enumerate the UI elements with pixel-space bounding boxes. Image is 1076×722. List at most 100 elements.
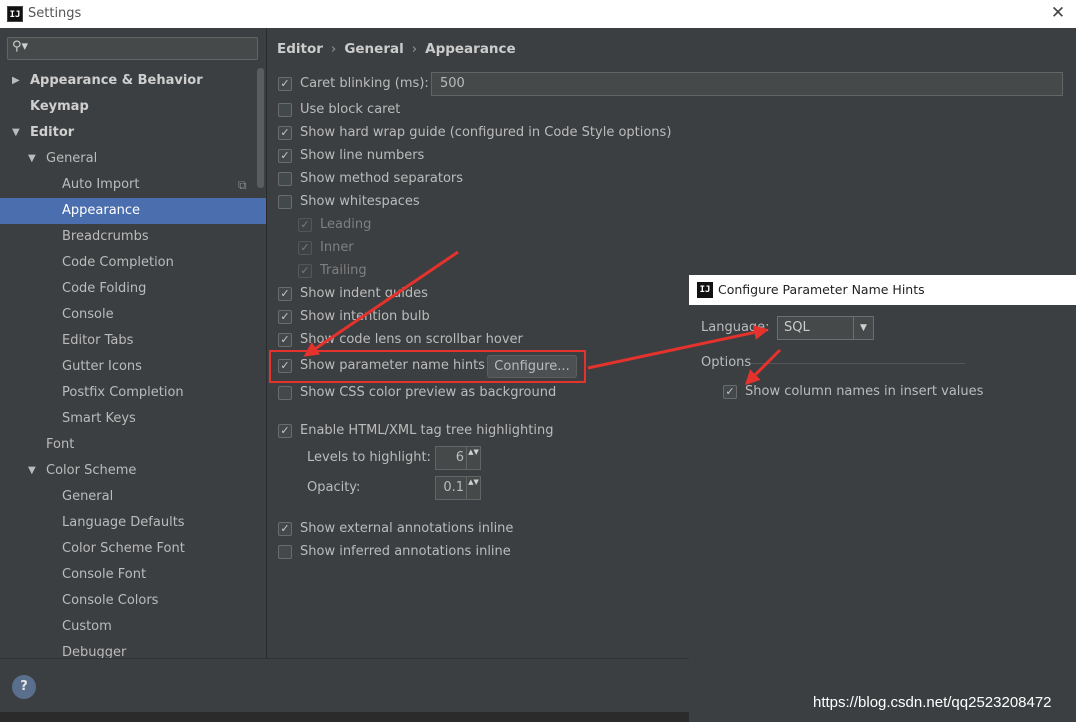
option-label: Show CSS color preview as background xyxy=(300,385,557,400)
option-label: Show inferred annotations inline xyxy=(300,544,511,559)
tree-item-label: Smart Keys xyxy=(62,411,136,426)
checkbox-checked-icon[interactable]: ✓ xyxy=(278,522,292,536)
checkbox-unchecked-icon[interactable] xyxy=(278,386,292,400)
copy-settings-icon: ⧉ xyxy=(238,178,247,192)
tree-item-color-general[interactable]: General xyxy=(0,484,266,510)
tree-item-custom[interactable]: Custom xyxy=(0,614,266,640)
breadcrumb: Editor › General › Appearance xyxy=(277,41,516,57)
tree-item-label: Custom xyxy=(62,619,112,634)
tree-item-label: Keymap xyxy=(30,99,89,114)
tree-item-label: General xyxy=(62,489,114,504)
option-label: Show line numbers xyxy=(300,148,425,163)
spinner-arrows-icon[interactable]: ▲▼ xyxy=(466,447,480,469)
spinner-value: 0.1 xyxy=(443,480,464,495)
tree-item-code-completion[interactable]: Code Completion xyxy=(0,250,266,276)
tree-item-label: Appearance xyxy=(62,203,141,218)
close-icon[interactable]: ✕ xyxy=(1048,3,1068,23)
option-label: Caret blinking (ms): xyxy=(300,76,429,91)
tree-item-console-font[interactable]: Console Font xyxy=(0,562,266,588)
tree-item-console-colors[interactable]: Console Colors xyxy=(0,588,266,614)
checkbox-unchecked-icon[interactable] xyxy=(278,195,292,209)
option-label: Leading xyxy=(320,217,372,232)
checkbox-checked-icon[interactable]: ✓ xyxy=(278,287,292,301)
tree-item-keymap[interactable]: Keymap xyxy=(0,94,266,120)
help-icon[interactable]: ? xyxy=(12,675,36,699)
checkbox-unchecked-icon[interactable] xyxy=(278,103,292,117)
language-dropdown[interactable]: SQL ▼ xyxy=(777,316,874,340)
spinner-arrows-icon[interactable]: ▲▼ xyxy=(466,477,480,499)
spinner-value: 6 xyxy=(455,450,464,465)
tree-item-code-folding[interactable]: Code Folding xyxy=(0,276,266,302)
chevron-down-icon[interactable]: ▼ xyxy=(12,120,20,146)
option-label: Show column names in insert values xyxy=(745,384,984,399)
tree-item-label: General xyxy=(46,151,98,166)
option-label: Show method separators xyxy=(300,171,464,186)
tree-item-gutter-icons[interactable]: Gutter Icons xyxy=(0,354,266,380)
tree-item-breadcrumbs[interactable]: Breadcrumbs xyxy=(0,224,266,250)
tree-item-color-scheme-font[interactable]: Color Scheme Font xyxy=(0,536,266,562)
option-label: Show indent guides xyxy=(300,286,428,301)
annotation-highlight-box xyxy=(269,350,586,383)
option-label: Show hard wrap guide (configured in Code… xyxy=(300,125,672,140)
sidebar-scrollbar[interactable] xyxy=(257,68,264,188)
breadcrumb-appearance: Appearance xyxy=(425,41,516,57)
tree-item-appearance[interactable]: Appearance xyxy=(0,198,266,224)
language-label: Language: xyxy=(701,320,770,335)
tree-item-postfix-completion[interactable]: Postfix Completion xyxy=(0,380,266,406)
dialog-title: Configure Parameter Name Hints xyxy=(718,282,925,297)
tree-item-label: Console Font xyxy=(62,567,147,582)
checkbox-checked-icon[interactable]: ✓ xyxy=(723,385,737,399)
option-label: Show whitespaces xyxy=(300,194,420,209)
chevron-right-icon[interactable]: ▶ xyxy=(12,68,20,94)
intellij-logo-icon: IJ xyxy=(7,6,23,22)
tree-item-label: Breadcrumbs xyxy=(62,229,149,244)
tree-item-label: Auto Import xyxy=(62,177,140,192)
search-input[interactable]: ⚲▾ xyxy=(7,37,258,60)
tree-item-editor[interactable]: ▼ Editor xyxy=(0,120,266,146)
chevron-down-icon[interactable]: ▼ xyxy=(853,317,873,339)
option-label: Use block caret xyxy=(300,102,401,117)
option-label: Show code lens on scrollbar hover xyxy=(300,332,523,347)
option-label: Show external annotations inline xyxy=(300,521,514,536)
tree-item-label: Code Folding xyxy=(62,281,147,296)
checkbox-checked-icon[interactable]: ✓ xyxy=(278,77,292,91)
caret-blinking-input[interactable]: 500 xyxy=(431,72,1063,96)
tree-item-label: Gutter Icons xyxy=(62,359,142,374)
checkbox-checked-icon[interactable]: ✓ xyxy=(278,333,292,347)
checkbox-checked-icon[interactable]: ✓ xyxy=(278,310,292,324)
tree-item-label: Debugger xyxy=(62,645,127,658)
breadcrumb-general: General xyxy=(344,41,404,57)
search-icon: ⚲▾ xyxy=(12,39,29,54)
tree-item-general[interactable]: ▼ General xyxy=(0,146,266,172)
dialog-title-bar: IJ Configure Parameter Name Hints xyxy=(689,275,1076,305)
breadcrumb-separator-icon: › xyxy=(330,41,337,57)
tree-item-label: Color Scheme Font xyxy=(62,541,185,556)
tree-item-auto-import[interactable]: Auto Import ⧉ xyxy=(0,172,266,198)
checkbox-unchecked-icon[interactable] xyxy=(278,172,292,186)
opacity-spinner[interactable]: 0.1 ▲▼ xyxy=(435,476,481,500)
chevron-down-icon[interactable]: ▼ xyxy=(28,146,36,172)
tree-item-label: Editor xyxy=(30,125,75,140)
opacity-label: Opacity: xyxy=(307,480,361,495)
tree-item-console[interactable]: Console xyxy=(0,302,266,328)
checkbox-checked-icon[interactable]: ✓ xyxy=(278,126,292,140)
tree-item-language-defaults[interactable]: Language Defaults xyxy=(0,510,266,536)
tree-item-debugger[interactable]: Debugger xyxy=(0,640,266,658)
tree-item-label: Editor Tabs xyxy=(62,333,134,348)
checkbox-unchecked-icon[interactable] xyxy=(278,545,292,559)
tree-item-smart-keys[interactable]: Smart Keys xyxy=(0,406,266,432)
configure-hints-dialog: IJ Configure Parameter Name Hints Langua… xyxy=(689,275,1076,722)
tree-item-label: Color Scheme xyxy=(46,463,137,478)
checkbox-checked-icon[interactable]: ✓ xyxy=(278,149,292,163)
tree-item-appearance-behavior[interactable]: ▶ Appearance & Behavior xyxy=(0,68,266,94)
levels-spinner[interactable]: 6 ▲▼ xyxy=(435,446,481,470)
checkbox-disabled-icon: ✓ xyxy=(298,218,312,232)
option-label: Trailing xyxy=(320,263,367,278)
checkbox-checked-icon[interactable]: ✓ xyxy=(278,424,292,438)
tree-item-editor-tabs[interactable]: Editor Tabs xyxy=(0,328,266,354)
options-divider xyxy=(751,363,965,364)
window-title-bar: IJ Settings ✕ xyxy=(0,0,1076,28)
tree-item-color-scheme[interactable]: ▼ Color Scheme xyxy=(0,458,266,484)
tree-item-font[interactable]: Font xyxy=(0,432,266,458)
chevron-down-icon[interactable]: ▼ xyxy=(28,458,36,484)
